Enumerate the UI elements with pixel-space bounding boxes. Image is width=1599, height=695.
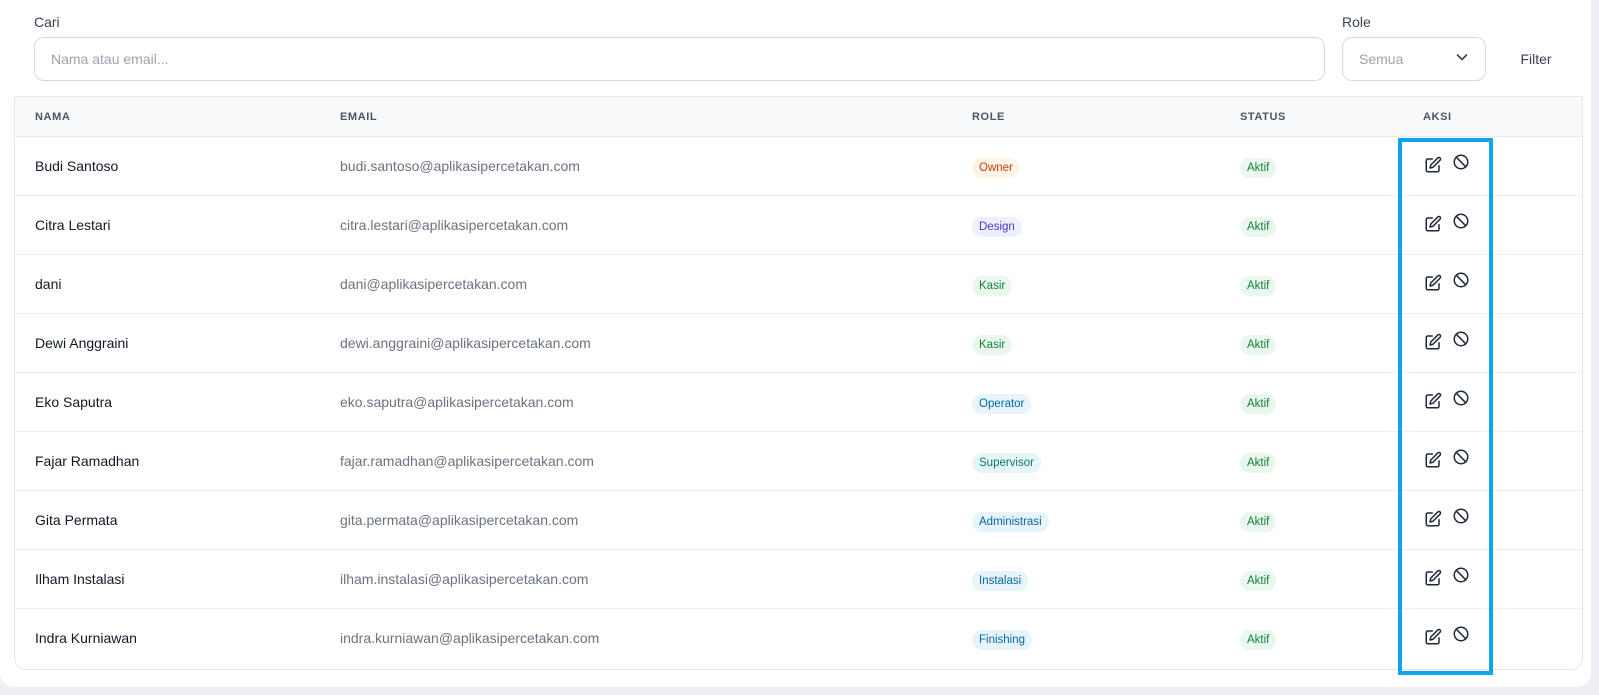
status-badge: Aktif — [1240, 217, 1277, 237]
block-icon[interactable] — [1451, 565, 1471, 585]
search-label: Cari — [34, 14, 60, 30]
user-name: Fajar Ramadhan — [35, 453, 140, 469]
status-badge: Aktif — [1240, 158, 1277, 178]
role-label: Role — [1342, 14, 1371, 30]
table-row: Dewi Anggraini dewi.anggraini@aplikasiper… — [15, 314, 1582, 373]
block-icon[interactable] — [1451, 388, 1471, 408]
search-input[interactable] — [34, 37, 1325, 81]
filter-bar: Cari Role Semua Filter — [0, 0, 1591, 96]
chevron-down-icon — [1455, 50, 1469, 69]
table-body: Budi Santoso budi.santoso@aplikasiperceta… — [15, 137, 1582, 668]
table-row: Indra Kurniawan indra.kurniawan@aplikasip… — [15, 609, 1582, 668]
user-name: Indra Kurniawan — [35, 630, 137, 646]
block-icon[interactable] — [1451, 211, 1471, 231]
role-badge: Administrasi — [972, 512, 1049, 532]
role-badge: Owner — [972, 158, 1020, 178]
edit-icon[interactable] — [1423, 155, 1443, 175]
filter-button[interactable]: Filter — [1500, 37, 1572, 81]
col-header-actions: AKSI — [1423, 111, 1452, 123]
edit-icon[interactable] — [1423, 568, 1443, 588]
edit-icon[interactable] — [1423, 450, 1443, 470]
role-badge: Kasir — [972, 276, 1013, 296]
users-table: NAMA EMAIL ROLE STATUS AKSI Budi Santoso… — [14, 96, 1583, 670]
status-badge: Aktif — [1240, 394, 1277, 414]
table-row: Fajar Ramadhan fajar.ramadhan@aplikasiper… — [15, 432, 1582, 491]
role-select[interactable]: Semua — [1342, 37, 1486, 81]
role-badge: Operator — [972, 394, 1032, 414]
edit-icon[interactable] — [1423, 273, 1443, 293]
status-badge: Aktif — [1240, 276, 1277, 296]
user-name: Ilham Instalasi — [35, 571, 125, 587]
table-row: dani dani@aplikasipercetakan.com Kasir Akti… — [15, 255, 1582, 314]
user-email: ilham.instalasi@aplikasipercetakan.com — [340, 571, 589, 587]
block-icon[interactable] — [1451, 506, 1471, 526]
role-badge: Kasir — [972, 335, 1013, 355]
user-name: dani — [35, 276, 62, 292]
table-row: Eko Saputra eko.saputra@aplikasipercetaka… — [15, 373, 1582, 432]
edit-icon[interactable] — [1423, 627, 1443, 647]
edit-icon[interactable] — [1423, 332, 1443, 352]
user-name: Eko Saputra — [35, 394, 113, 410]
role-badge: Instalasi — [972, 571, 1029, 591]
role-select-value: Semua — [1359, 51, 1404, 67]
block-icon[interactable] — [1451, 152, 1471, 172]
status-badge: Aktif — [1240, 571, 1277, 591]
role-badge: Supervisor — [972, 453, 1041, 473]
user-email: dewi.anggraini@aplikasipercetakan.com — [340, 335, 591, 351]
block-icon[interactable] — [1451, 329, 1471, 349]
user-email: citra.lestari@aplikasipercetakan.com — [340, 217, 569, 233]
table-row: Citra Lestari citra.lestari@aplikasiperce… — [15, 196, 1582, 255]
table-row: Ilham Instalasi ilham.instalasi@aplikasip… — [15, 550, 1582, 609]
user-name: Dewi Anggraini — [35, 335, 129, 351]
user-email: fajar.ramadhan@aplikasipercetakan.com — [340, 453, 594, 469]
status-badge: Aktif — [1240, 335, 1277, 355]
col-header-name: NAMA — [35, 111, 71, 123]
status-badge: Aktif — [1240, 630, 1277, 650]
role-badge: Design — [972, 217, 1022, 237]
block-icon[interactable] — [1451, 447, 1471, 467]
block-icon[interactable] — [1451, 270, 1471, 290]
edit-icon[interactable] — [1423, 391, 1443, 411]
user-email: indra.kurniawan@aplikasipercetakan.com — [340, 630, 600, 646]
user-name: Citra Lestari — [35, 217, 111, 233]
col-header-status: STATUS — [1240, 111, 1286, 123]
edit-icon[interactable] — [1423, 509, 1443, 529]
user-name: Gita Permata — [35, 512, 118, 528]
user-email: budi.santoso@aplikasipercetakan.com — [340, 158, 580, 174]
table-header: NAMA EMAIL ROLE STATUS AKSI — [15, 97, 1582, 137]
user-name: Budi Santoso — [35, 158, 119, 174]
role-badge: Finishing — [972, 630, 1033, 650]
status-badge: Aktif — [1240, 512, 1277, 532]
user-email: eko.saputra@aplikasipercetakan.com — [340, 394, 574, 410]
col-header-role: ROLE — [972, 111, 1005, 123]
table-row: Budi Santoso budi.santoso@aplikasiperceta… — [15, 137, 1582, 196]
user-email: gita.permata@aplikasipercetakan.com — [340, 512, 579, 528]
block-icon[interactable] — [1451, 624, 1471, 644]
user-email: dani@aplikasipercetakan.com — [340, 276, 527, 292]
col-header-email: EMAIL — [340, 111, 378, 123]
edit-icon[interactable] — [1423, 214, 1443, 234]
user-list-card: Cari Role Semua Filter NAMA EMAIL ROLE S… — [0, 0, 1591, 687]
table-row: Gita Permata gita.permata@aplikasiperceta… — [15, 491, 1582, 550]
status-badge: Aktif — [1240, 453, 1277, 473]
